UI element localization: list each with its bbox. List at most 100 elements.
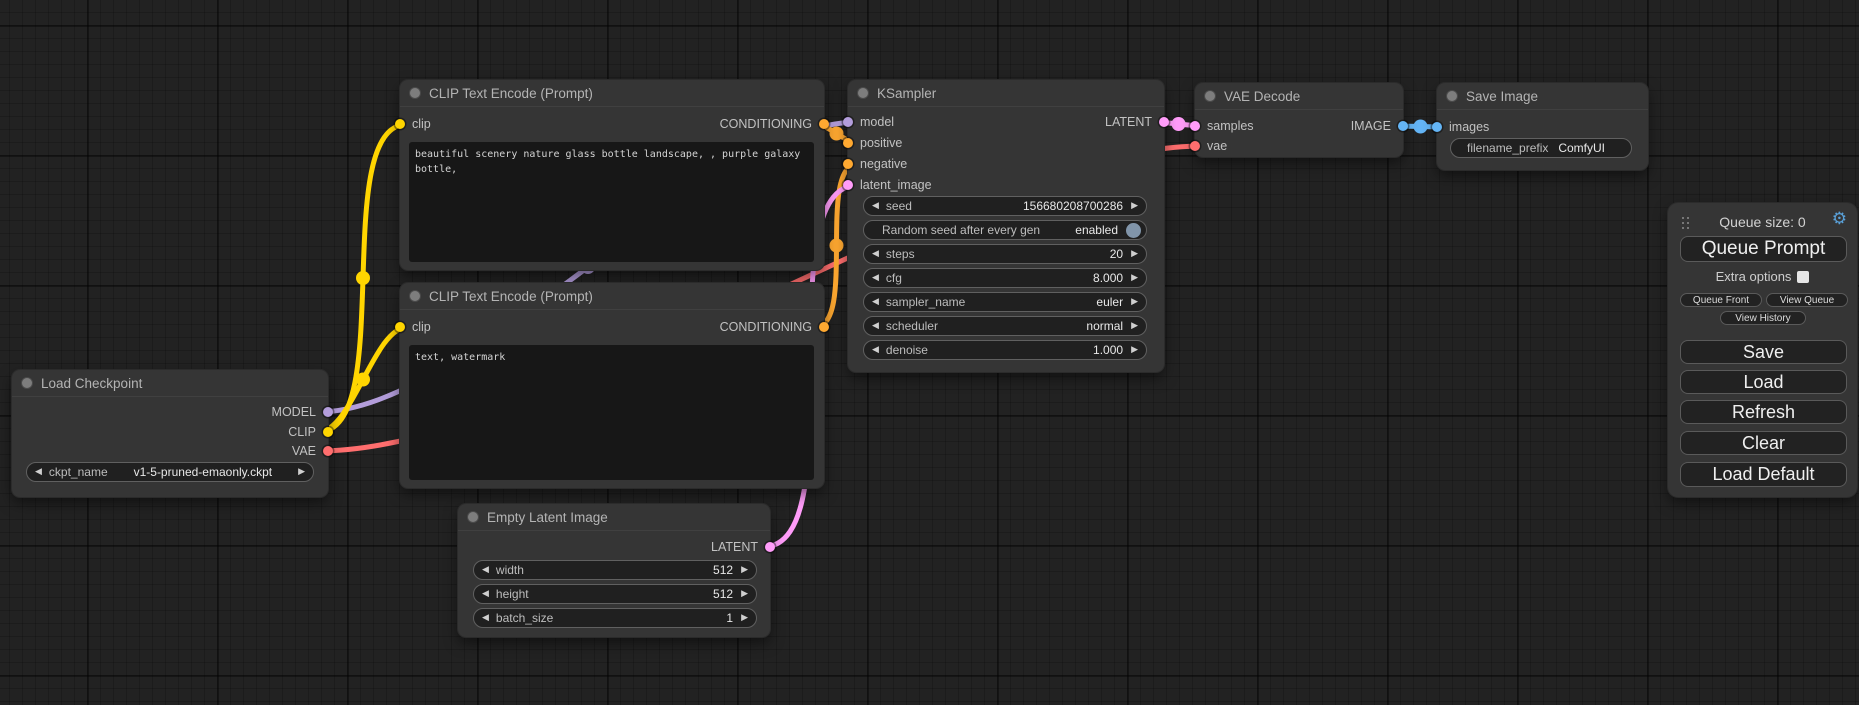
widget-value[interactable]: 8.000	[1093, 271, 1123, 285]
toggle-dot[interactable]	[1126, 223, 1141, 238]
collapse-dot-icon[interactable]	[410, 291, 420, 301]
settings-gear-icon[interactable]: ⚙	[1832, 211, 1847, 228]
decrement-arrow-icon[interactable]: ◀	[872, 201, 879, 211]
output-slot-model[interactable]: MODEL	[272, 402, 333, 422]
node-save-image[interactable]: Save Image images filename_prefix ComfyU…	[1437, 83, 1648, 170]
save-button[interactable]: Save	[1680, 340, 1847, 364]
node-load-checkpoint[interactable]: Load Checkpoint MODEL CLIP VAE ◀ ckpt_na…	[12, 370, 328, 497]
filename-prefix-widget[interactable]: filename_prefix ComfyUI	[1450, 138, 1632, 158]
extra-options-checkbox[interactable]	[1797, 271, 1809, 283]
output-slot-latent[interactable]: LATENT	[1105, 112, 1169, 132]
input-slot-positive[interactable]: positive	[843, 133, 902, 153]
widget-value[interactable]: euler	[1096, 295, 1123, 309]
output-slot-vae[interactable]: VAE	[292, 441, 333, 461]
vae-slot-dot[interactable]	[1190, 141, 1200, 151]
refresh-button[interactable]: Refresh	[1680, 400, 1847, 424]
view-queue-button[interactable]: View Queue	[1766, 293, 1848, 307]
increment-arrow-icon[interactable]: ▶	[1131, 249, 1138, 259]
node-title-bar[interactable]: Save Image	[1437, 83, 1648, 110]
latent-slot-dot[interactable]	[765, 542, 775, 552]
clip-slot-dot[interactable]	[395, 322, 405, 332]
load-default-button[interactable]: Load Default	[1680, 462, 1847, 487]
increment-arrow-icon[interactable]: ▶	[1131, 321, 1138, 331]
increment-arrow-icon[interactable]: ▶	[1131, 273, 1138, 283]
output-slot-conditioning[interactable]: CONDITIONING	[720, 114, 829, 134]
input-slot-clip[interactable]: clip	[395, 317, 431, 337]
widget-value[interactable]: 512	[713, 587, 733, 601]
node-clip-text-encode-negative[interactable]: CLIP Text Encode (Prompt) clip CONDITION…	[400, 283, 824, 488]
scheduler-widget[interactable]: ◀ scheduler normal ▶	[863, 316, 1147, 336]
positive-prompt-textarea[interactable]: beautiful scenery nature glass bottle la…	[409, 142, 814, 262]
queue-prompt-button[interactable]: Queue Prompt	[1680, 236, 1847, 262]
input-slot-images[interactable]: images	[1432, 117, 1489, 137]
collapse-dot-icon[interactable]	[1447, 91, 1457, 101]
widget-value[interactable]: 1.000	[1093, 343, 1123, 357]
input-slot-negative[interactable]: negative	[843, 154, 907, 174]
decrement-arrow-icon[interactable]: ◀	[35, 467, 42, 477]
node-ksampler[interactable]: KSampler model positive negative latent_…	[848, 80, 1164, 372]
decrement-arrow-icon[interactable]: ◀	[872, 345, 879, 355]
increment-arrow-icon[interactable]: ▶	[1131, 345, 1138, 355]
node-title-bar[interactable]: KSampler	[848, 80, 1164, 107]
latent-slot-dot[interactable]	[1190, 121, 1200, 131]
output-slot-conditioning[interactable]: CONDITIONING	[720, 317, 829, 337]
input-slot-samples[interactable]: samples	[1190, 116, 1254, 136]
widget-value[interactable]: v1-5-pruned-emaonly.ckpt	[134, 465, 273, 479]
increment-arrow-icon[interactable]: ▶	[298, 467, 305, 477]
collapse-dot-icon[interactable]	[22, 378, 32, 388]
sampler-name-widget[interactable]: ◀ sampler_name euler ▶	[863, 292, 1147, 312]
input-slot-clip[interactable]: clip	[395, 114, 431, 134]
steps-widget[interactable]: ◀ steps 20 ▶	[863, 244, 1147, 264]
random-seed-toggle-widget[interactable]: Random seed after every gen enabled	[863, 220, 1147, 240]
collapse-dot-icon[interactable]	[410, 88, 420, 98]
latent-slot-dot[interactable]	[843, 180, 853, 190]
widget-value[interactable]: 20	[1110, 247, 1123, 261]
conditioning-slot-dot[interactable]	[819, 322, 829, 332]
decrement-arrow-icon[interactable]: ◀	[872, 321, 879, 331]
node-title-bar[interactable]: VAE Decode	[1195, 83, 1403, 110]
conditioning-slot-dot[interactable]	[843, 159, 853, 169]
model-slot-dot[interactable]	[323, 407, 333, 417]
increment-arrow-icon[interactable]: ▶	[1131, 201, 1138, 211]
latent-slot-dot[interactable]	[1159, 117, 1169, 127]
model-slot-dot[interactable]	[843, 117, 853, 127]
widget-value[interactable]: ComfyUI	[1558, 141, 1605, 155]
width-widget[interactable]: ◀ width 512 ▶	[473, 560, 757, 580]
image-slot-dot[interactable]	[1398, 121, 1408, 131]
input-slot-vae[interactable]: vae	[1190, 136, 1227, 156]
increment-arrow-icon[interactable]: ▶	[1131, 297, 1138, 307]
batch-size-widget[interactable]: ◀ batch_size 1 ▶	[473, 608, 757, 628]
widget-value[interactable]: 512	[713, 563, 733, 577]
queue-front-button[interactable]: Queue Front	[1680, 293, 1762, 307]
decrement-arrow-icon[interactable]: ◀	[482, 589, 489, 599]
node-title-bar[interactable]: Load Checkpoint	[12, 370, 328, 397]
collapse-dot-icon[interactable]	[468, 512, 478, 522]
clear-button[interactable]: Clear	[1680, 431, 1847, 455]
ckpt-name-widget[interactable]: ◀ ckpt_name v1-5-pruned-emaonly.ckpt ▶	[26, 462, 314, 482]
node-clip-text-encode-positive[interactable]: CLIP Text Encode (Prompt) clip CONDITION…	[400, 80, 824, 270]
image-slot-dot[interactable]	[1432, 122, 1442, 132]
output-slot-latent[interactable]: LATENT	[711, 537, 775, 557]
view-history-button[interactable]: View History	[1720, 311, 1806, 325]
output-slot-image[interactable]: IMAGE	[1351, 116, 1408, 136]
vae-slot-dot[interactable]	[323, 446, 333, 456]
input-slot-model[interactable]: model	[843, 112, 894, 132]
node-empty-latent-image[interactable]: Empty Latent Image LATENT ◀ width 512 ▶ …	[458, 504, 770, 637]
widget-value[interactable]: 1	[726, 611, 733, 625]
collapse-dot-icon[interactable]	[1205, 91, 1215, 101]
node-vae-decode[interactable]: VAE Decode samples vae IMAGE	[1195, 83, 1403, 157]
increment-arrow-icon[interactable]: ▶	[741, 613, 748, 623]
decrement-arrow-icon[interactable]: ◀	[872, 249, 879, 259]
decrement-arrow-icon[interactable]: ◀	[872, 297, 879, 307]
node-title-bar[interactable]: Empty Latent Image	[458, 504, 770, 531]
increment-arrow-icon[interactable]: ▶	[741, 565, 748, 575]
decrement-arrow-icon[interactable]: ◀	[872, 273, 879, 283]
widget-value[interactable]: normal	[1086, 319, 1123, 333]
collapse-dot-icon[interactable]	[858, 88, 868, 98]
output-slot-clip[interactable]: CLIP	[288, 422, 333, 442]
cfg-widget[interactable]: ◀ cfg 8.000 ▶	[863, 268, 1147, 288]
load-button[interactable]: Load	[1680, 370, 1847, 394]
decrement-arrow-icon[interactable]: ◀	[482, 613, 489, 623]
node-title-bar[interactable]: CLIP Text Encode (Prompt)	[400, 283, 824, 310]
negative-prompt-textarea[interactable]: text, watermark	[409, 345, 814, 480]
